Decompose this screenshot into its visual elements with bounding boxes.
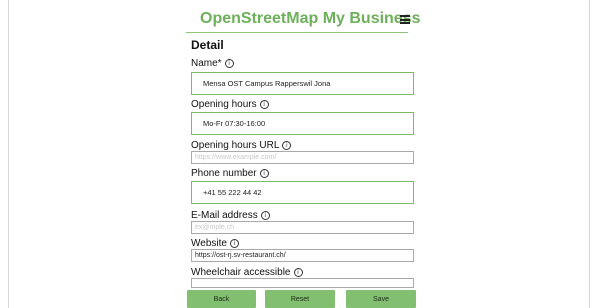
info-icon[interactable]: i (293, 268, 303, 277)
app-title: OpenStreetMap My Business (200, 10, 421, 27)
info-icon[interactable]: i (224, 59, 234, 68)
action-bar: Back Reset Save (182, 288, 418, 308)
frame-right-border (589, 0, 590, 308)
hamburger-menu-icon[interactable] (400, 15, 410, 24)
info-icon[interactable]: i (259, 169, 269, 178)
website-field[interactable]: https://ost-rj.sv-restaurant.ch/ (191, 249, 414, 262)
website-label: Website i (191, 238, 239, 249)
info-icon[interactable]: i (229, 239, 239, 248)
frame-left-border (8, 0, 9, 308)
email-placeholder: ex@mple.ch (195, 224, 235, 231)
save-button[interactable]: Save (346, 290, 416, 308)
name-field[interactable]: Mensa OST Campus Rapperswil Jona (191, 72, 414, 95)
opening-hours-url-placeholder: https://www.example.com/ (195, 154, 277, 161)
email-field[interactable]: ex@mple.ch (191, 221, 414, 234)
reset-button[interactable]: Reset (265, 290, 335, 308)
wheelchair-select[interactable] (191, 278, 414, 288)
opening-hours-url-label: Opening hours URL i (191, 140, 292, 151)
phone-number-label: Phone number i (191, 168, 269, 179)
back-button[interactable]: Back (187, 290, 256, 308)
opening-hours-url-field[interactable]: https://www.example.com/ (191, 151, 414, 164)
app-header: OpenStreetMap My Business (186, 6, 421, 33)
opening-hours-label: Opening hours i (191, 99, 269, 110)
wheelchair-label: Wheelchair accessible i (191, 267, 303, 278)
phone-number-field[interactable]: +41 55 222 44 42 (191, 181, 414, 204)
detail-page: OpenStreetMap My Business Detail Name* i… (182, 0, 421, 308)
info-icon[interactable]: i (260, 211, 270, 220)
email-label: E-Mail address i (191, 210, 270, 221)
info-icon[interactable]: i (259, 100, 269, 109)
opening-hours-field[interactable]: Mo-Fr 07:30-16:00 (191, 112, 414, 135)
info-icon[interactable]: i (282, 141, 292, 150)
section-title: Detail (191, 38, 224, 52)
name-label: Name* i (191, 58, 234, 69)
